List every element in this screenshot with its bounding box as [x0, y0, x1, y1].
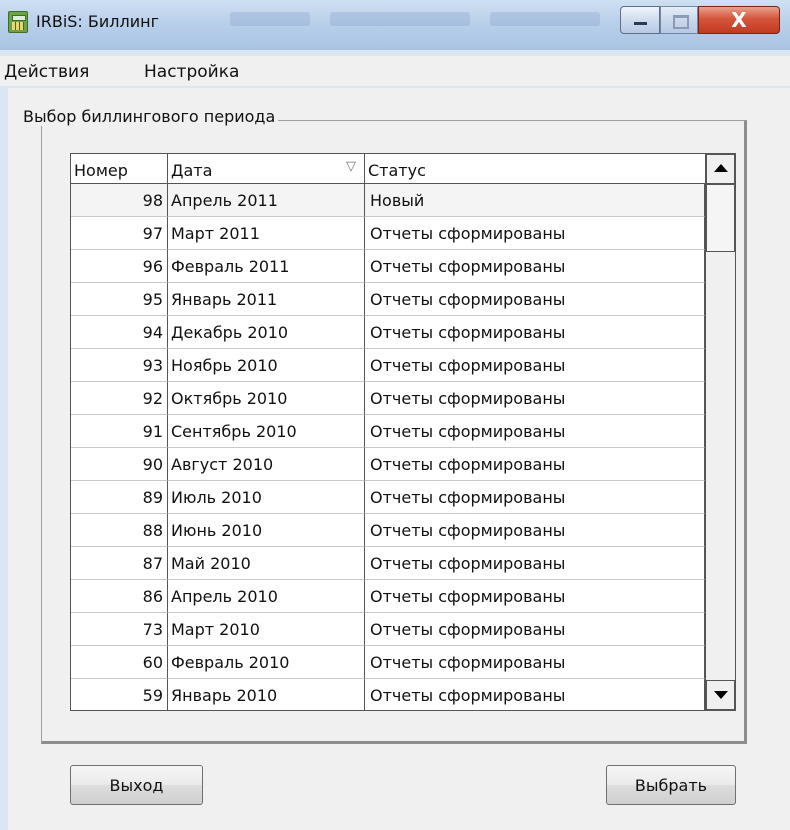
cell-status: Новый — [365, 184, 705, 217]
cell-date: Ноябрь 2010 — [168, 349, 365, 382]
cell-status: Отчеты сформированы — [365, 580, 705, 613]
cell-number: 93 — [71, 349, 168, 382]
title-bar[interactable]: IRBiS: Биллинг X — [0, 0, 790, 50]
table-row[interactable]: 94 Декабрь 2010 Отчеты сформированы — [71, 316, 705, 349]
cell-status: Отчеты сформированы — [365, 349, 705, 382]
cell-number: 59 — [71, 679, 168, 710]
cell-status: Отчеты сформированы — [365, 250, 705, 283]
cell-status: Отчеты сформированы — [365, 382, 705, 415]
cell-date: Октябрь 2010 — [168, 382, 365, 415]
scroll-up-button[interactable] — [706, 154, 735, 184]
cell-status: Отчеты сформированы — [365, 514, 705, 547]
cell-status: Отчеты сформированы — [365, 283, 705, 316]
sort-descending-icon: ▽ — [346, 159, 356, 174]
cell-number: 73 — [71, 613, 168, 646]
cell-status: Отчеты сформированы — [365, 481, 705, 514]
cell-date: Май 2010 — [168, 547, 365, 580]
cell-status: Отчеты сформированы — [365, 679, 705, 710]
column-header-status[interactable]: Статус — [365, 154, 705, 184]
vertical-scrollbar[interactable] — [705, 154, 735, 710]
column-header-number[interactable]: Номер — [71, 154, 168, 184]
minimize-button[interactable] — [620, 6, 660, 34]
cell-status: Отчеты сформированы — [365, 646, 705, 679]
cell-number: 87 — [71, 547, 168, 580]
cell-date: Январь 2011 — [168, 283, 365, 316]
cell-number: 92 — [71, 382, 168, 415]
table-row[interactable]: 97 Март 2011 Отчеты сформированы — [71, 217, 705, 250]
table-row[interactable]: 93 Ноябрь 2010 Отчеты сформированы — [71, 349, 705, 382]
cell-date: Февраль 2011 — [168, 250, 365, 283]
column-header-label: Номер — [74, 161, 128, 180]
table-row[interactable]: 89 Июль 2010 Отчеты сформированы — [71, 481, 705, 514]
cell-date: Июль 2010 — [168, 481, 365, 514]
calculator-icon — [8, 11, 28, 33]
cell-date: Февраль 2010 — [168, 646, 365, 679]
cell-date: Апрель 2011 — [168, 184, 365, 217]
table-row[interactable]: 87 Май 2010 Отчеты сформированы — [71, 547, 705, 580]
column-header-date[interactable]: Дата ▽ — [168, 154, 365, 184]
column-header-label: Статус — [368, 161, 426, 180]
arrow-down-icon — [714, 691, 728, 699]
scroll-down-button[interactable] — [706, 680, 735, 710]
menu-actions[interactable]: Действия — [4, 62, 89, 82]
cell-date: Июнь 2010 — [168, 514, 365, 547]
cell-number: 95 — [71, 283, 168, 316]
table-row[interactable]: 86 Апрель 2010 Отчеты сформированы — [71, 580, 705, 613]
close-button[interactable]: X — [698, 6, 780, 34]
menu-settings[interactable]: Настройка — [144, 62, 239, 82]
arrow-up-icon — [714, 164, 728, 172]
maximize-button[interactable] — [660, 6, 698, 34]
title-bar-background-blur — [330, 12, 470, 26]
menu-bar: Действия Настройка — [0, 56, 790, 86]
scroll-thumb[interactable] — [706, 184, 735, 252]
cell-date: Август 2010 — [168, 448, 365, 481]
cell-date: Апрель 2010 — [168, 580, 365, 613]
cell-status: Отчеты сформированы — [365, 547, 705, 580]
cell-date: Сентябрь 2010 — [168, 415, 365, 448]
table-row[interactable]: 88 Июнь 2010 Отчеты сформированы — [71, 514, 705, 547]
cell-number: 86 — [71, 580, 168, 613]
title-bar-background-blur — [230, 12, 310, 26]
table-row[interactable]: 96 Февраль 2011 Отчеты сформированы — [71, 250, 705, 283]
exit-button[interactable]: Выход — [70, 765, 203, 805]
cell-number: 97 — [71, 217, 168, 250]
cell-status: Отчеты сформированы — [365, 316, 705, 349]
cell-status: Отчеты сформированы — [365, 217, 705, 250]
cell-date: Декабрь 2010 — [168, 316, 365, 349]
cell-date: Январь 2010 — [168, 679, 365, 710]
table-row[interactable]: 92 Октябрь 2010 Отчеты сформированы — [71, 382, 705, 415]
cell-number: 89 — [71, 481, 168, 514]
grid-header: Номер Дата ▽ Статус — [71, 154, 735, 184]
cell-status: Отчеты сформированы — [365, 448, 705, 481]
cell-number: 98 — [71, 184, 168, 217]
close-icon: X — [731, 8, 747, 32]
table-row[interactable]: 59 Январь 2010 Отчеты сформированы — [71, 679, 705, 710]
cell-number: 94 — [71, 316, 168, 349]
cell-number: 60 — [71, 646, 168, 679]
cell-status: Отчеты сформированы — [365, 415, 705, 448]
cell-date: Март 2011 — [168, 217, 365, 250]
cell-status: Отчеты сформированы — [365, 613, 705, 646]
column-header-label: Дата — [171, 161, 213, 180]
select-button[interactable]: Выбрать — [606, 765, 736, 805]
billing-periods-grid[interactable]: Номер Дата ▽ Статус 98 Апрель 2011 Новый 9… — [70, 153, 736, 711]
table-row[interactable]: 73 Март 2010 Отчеты сформированы — [71, 613, 705, 646]
cell-number: 96 — [71, 250, 168, 283]
cell-number: 88 — [71, 514, 168, 547]
cell-number: 90 — [71, 448, 168, 481]
group-caption: Выбор биллингового периода — [20, 107, 279, 126]
table-row[interactable]: 90 Август 2010 Отчеты сформированы — [71, 448, 705, 481]
table-row[interactable]: 98 Апрель 2011 Новый — [71, 184, 705, 217]
table-row[interactable]: 91 Сентябрь 2010 Отчеты сформированы — [71, 415, 705, 448]
table-row[interactable]: 95 Январь 2011 Отчеты сформированы — [71, 283, 705, 316]
dialog-body: Выбор биллингового периода Номер Дата ▽ … — [8, 88, 790, 830]
cell-number: 91 — [71, 415, 168, 448]
table-row[interactable]: 60 Февраль 2010 Отчеты сформированы — [71, 646, 705, 679]
title-bar-background-blur — [490, 12, 600, 26]
window-title: IRBiS: Биллинг — [36, 12, 159, 31]
cell-date: Март 2010 — [168, 613, 365, 646]
